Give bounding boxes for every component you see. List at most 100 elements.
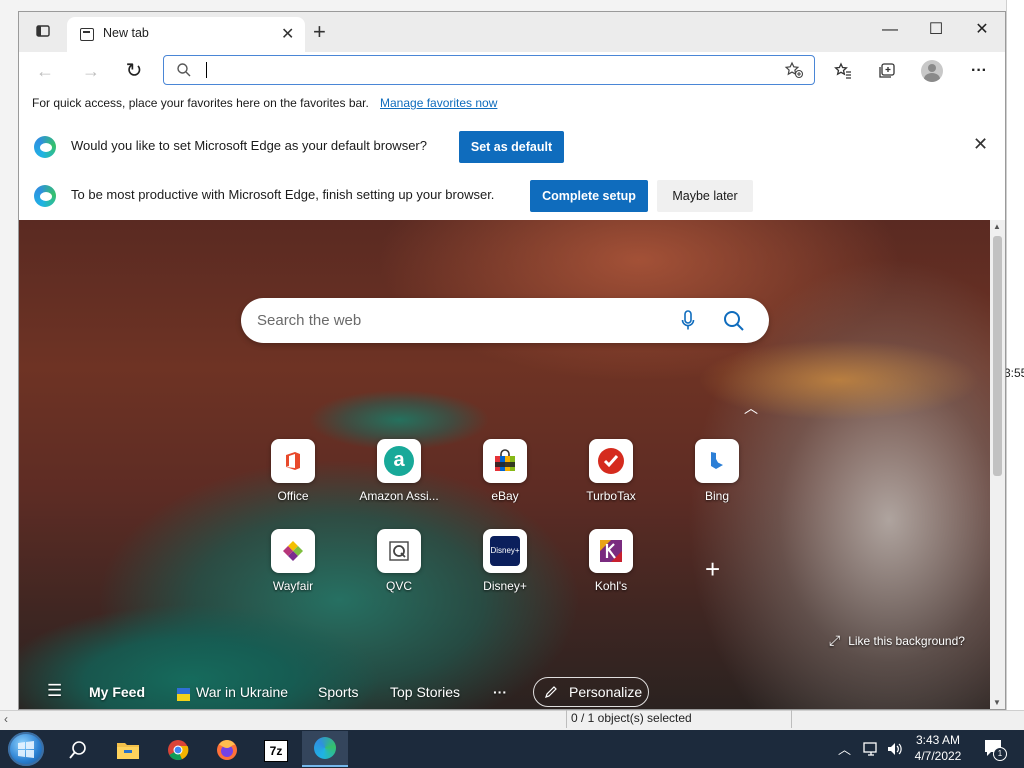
expand-arrow-icon: ⤢	[829, 632, 841, 648]
add-favorite-icon[interactable]	[784, 61, 804, 79]
volume-icon[interactable]	[886, 741, 904, 757]
minimize-button[interactable]: —	[867, 16, 913, 46]
disney-plus-icon: Disney+	[483, 529, 527, 573]
manage-favorites-link[interactable]: Manage favorites now	[380, 96, 497, 110]
firefox-icon	[217, 740, 237, 760]
scrollbar-thumb[interactable]	[993, 236, 1002, 476]
kohls-icon	[589, 529, 633, 573]
feed-navigation-bar: ☰ My Feed War in Ukraine Sports Top Stor…	[19, 669, 990, 709]
start-button[interactable]	[8, 732, 44, 766]
back-button[interactable]: ←	[31, 59, 59, 83]
tile-label: Bing	[704, 489, 730, 503]
tab-new-tab[interactable]: New tab ✕	[67, 17, 305, 52]
feed-more-button[interactable]: ···	[493, 684, 507, 700]
taskbar-file-explorer[interactable]	[108, 733, 148, 767]
address-bar[interactable]	[163, 55, 815, 85]
refresh-button[interactable]: ↻	[120, 59, 148, 83]
windows-logo-icon	[18, 741, 34, 758]
avatar-head	[928, 64, 936, 72]
taskbar-chrome[interactable]	[158, 733, 198, 767]
page-scrollbar[interactable]: ▲ ▼	[990, 220, 1005, 709]
quick-link-tile[interactable]: Bing	[677, 439, 757, 514]
title-bar: New tab ✕ + — ☐ ✕	[19, 12, 1005, 52]
profile-avatar[interactable]	[921, 60, 943, 82]
search-icon	[69, 741, 86, 759]
search-icon	[177, 63, 191, 77]
new-tab-page: Search the web ︿ Office a Amazon Assi...…	[19, 220, 990, 709]
collections-icon	[879, 63, 895, 78]
scroll-left-arrow-icon[interactable]: ‹	[4, 712, 8, 726]
favorites-button[interactable]	[829, 59, 857, 83]
feed-tab-sports[interactable]: Sports	[318, 684, 358, 700]
tile-label: Kohl's	[594, 579, 628, 593]
set-as-default-button[interactable]: Set as default	[459, 131, 564, 163]
settings-more-button[interactable]: ···	[965, 59, 993, 83]
7zip-icon: 7z	[264, 740, 288, 762]
feed-tab-my-feed[interactable]: My Feed	[89, 684, 145, 700]
quick-link-tile[interactable]: QVC	[359, 529, 439, 604]
infobar-close-icon[interactable]: ✕	[973, 134, 988, 155]
close-window-button[interactable]: ✕	[959, 16, 1005, 46]
collections-button[interactable]	[873, 59, 901, 83]
taskbar-edge-active[interactable]	[302, 731, 348, 767]
tile-label: Amazon Assi...	[359, 489, 439, 503]
tile-label: QVC	[385, 579, 412, 593]
tile-label: TurboTax	[586, 489, 636, 503]
qvc-icon	[377, 529, 421, 573]
quick-link-tile[interactable]: Disney+ Disney+	[465, 529, 545, 604]
chrome-icon	[168, 740, 189, 761]
tab-actions-icon[interactable]	[35, 23, 51, 39]
bing-icon	[695, 439, 739, 483]
network-icon[interactable]	[862, 741, 880, 757]
personalize-button[interactable]: Personalize	[533, 677, 649, 707]
scroll-down-arrow-icon[interactable]: ▼	[993, 698, 1001, 707]
maybe-later-button[interactable]: Maybe later	[657, 180, 753, 212]
setup-infobar: To be most productive with Microsoft Edg…	[19, 171, 1005, 221]
ukraine-flag-icon	[177, 688, 190, 701]
quick-link-tile[interactable]: Kohl's	[571, 529, 651, 604]
ebay-icon	[483, 439, 527, 483]
background-time-fragment: 3:55	[1004, 366, 1024, 380]
office-icon	[271, 439, 315, 483]
new-tab-page-icon	[80, 28, 94, 41]
quick-link-tile[interactable]: eBay	[465, 439, 545, 514]
clock-time: 3:43 AM	[915, 733, 961, 747]
collapse-chevron-up-icon[interactable]: ︿	[744, 398, 758, 418]
quick-link-tile[interactable]: Office	[253, 439, 333, 514]
search-placeholder: Search the web	[257, 312, 362, 329]
notification-count-badge: 1	[993, 747, 1007, 761]
background-status-text: 0 / 1 object(s) selected	[566, 710, 792, 728]
taskbar-search-button[interactable]	[58, 733, 98, 767]
taskbar-clock[interactable]: 3:43 AM 4/7/2022	[908, 732, 968, 764]
new-tab-button[interactable]: +	[313, 19, 326, 45]
edge-logo-icon	[34, 185, 56, 207]
search-submit-icon[interactable]	[723, 310, 745, 332]
amazon-assistant-icon: a	[377, 439, 421, 483]
action-center-button[interactable]: 1	[983, 738, 1007, 761]
forward-button[interactable]: →	[77, 59, 105, 83]
like-background-link[interactable]: ⤢ Like this background?	[829, 632, 965, 649]
add-site-button[interactable]: +	[705, 554, 720, 585]
show-hidden-icons-chevron-icon[interactable]: ︿	[838, 739, 851, 758]
like-background-text: Like this background?	[848, 634, 965, 648]
tab-close-icon[interactable]: ✕	[281, 24, 294, 44]
feed-tab-top-stories[interactable]: Top Stories	[390, 684, 460, 700]
quick-link-tile[interactable]: Wayfair	[253, 529, 333, 604]
quick-link-tile[interactable]: TurboTax	[571, 439, 651, 514]
default-browser-text: Would you like to set Microsoft Edge as …	[71, 138, 427, 153]
background-statusbar: ‹	[0, 710, 1024, 731]
clock-date: 4/7/2022	[914, 749, 962, 763]
taskbar-firefox[interactable]	[207, 733, 247, 767]
taskbar-7zip[interactable]: 7z	[256, 733, 296, 767]
maximize-button[interactable]: ☐	[913, 16, 959, 46]
microphone-icon[interactable]	[681, 310, 695, 332]
complete-setup-button[interactable]: Complete setup	[530, 180, 648, 212]
tile-label: eBay	[491, 489, 519, 503]
quick-link-tile[interactable]: a Amazon Assi...	[359, 439, 439, 514]
feed-tab-war-in-ukraine[interactable]: War in Ukraine	[196, 684, 288, 700]
background-window-edge	[1006, 0, 1024, 730]
edge-icon	[314, 737, 336, 759]
web-search-box[interactable]: Search the web	[241, 298, 769, 343]
feed-menu-icon[interactable]: ☰	[47, 681, 62, 701]
scroll-up-arrow-icon[interactable]: ▲	[993, 222, 1001, 231]
